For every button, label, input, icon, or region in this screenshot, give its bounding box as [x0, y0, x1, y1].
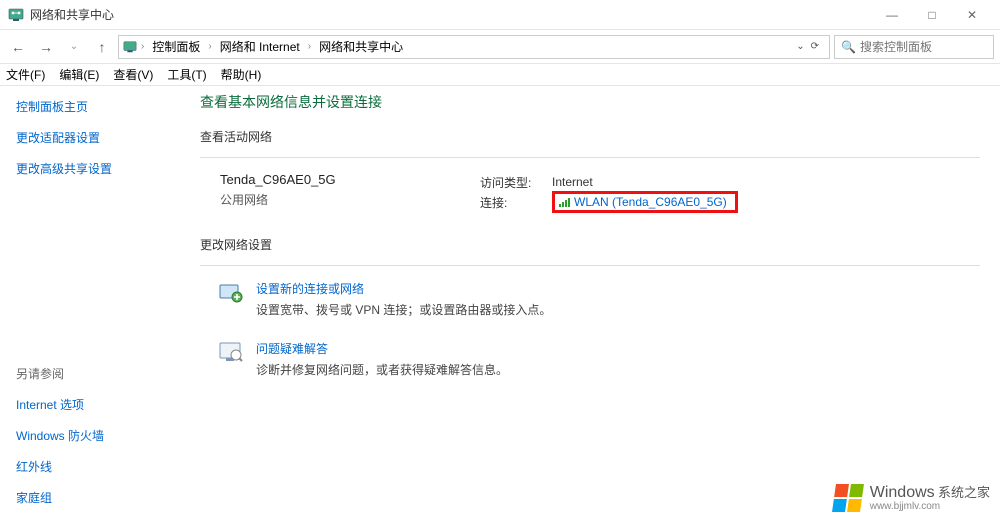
new-connection-link[interactable]: 设置新的连接或网络	[256, 282, 364, 296]
menu-file[interactable]: 文件(F)	[6, 66, 45, 83]
search-input[interactable]	[860, 40, 987, 54]
menu-view[interactable]: 查看(V)	[113, 66, 153, 83]
setting-new-connection: 设置新的连接或网络 设置宽带、拨号或 VPN 连接；或设置路由器或接入点。	[200, 280, 980, 318]
active-network: Tenda_C96AE0_5G 公用网络 访问类型: Internet 连接: …	[200, 172, 980, 212]
back-button[interactable]: ←	[6, 35, 30, 59]
troubleshoot-icon	[218, 340, 244, 366]
minimize-button[interactable]: —	[872, 1, 912, 29]
troubleshoot-link[interactable]: 问题疑难解答	[256, 342, 328, 356]
forward-button[interactable]: →	[34, 35, 58, 59]
breadcrumb-icon	[123, 40, 137, 54]
watermark-sub: 系统之家	[938, 485, 990, 500]
network-type: 公用网络	[220, 191, 480, 208]
watermark-brand: Windows	[870, 484, 935, 501]
chevron-right-icon: ›	[306, 41, 313, 52]
see-also-header: 另请参阅	[16, 365, 174, 382]
close-button[interactable]: ✕	[952, 1, 992, 29]
network-name: Tenda_C96AE0_5G	[220, 172, 480, 187]
window-controls: — □ ✕	[872, 1, 992, 29]
window-title: 网络和共享中心	[30, 6, 872, 23]
divider	[200, 157, 980, 158]
divider	[200, 265, 980, 266]
recent-chevron-icon[interactable]: ⌄	[62, 35, 86, 59]
search-icon: 🔍	[841, 40, 856, 54]
menu-edit[interactable]: 编辑(E)	[59, 66, 99, 83]
up-button[interactable]: ↑	[90, 35, 114, 59]
sidebar-internet-options[interactable]: Internet 选项	[16, 396, 174, 413]
wifi-signal-icon	[559, 197, 570, 207]
watermark-url: www.bjjmlv.com	[870, 501, 990, 512]
windows-logo-icon	[832, 484, 864, 512]
search-box[interactable]: 🔍	[834, 35, 994, 59]
watermark: Windows 系统之家 www.bjjmlv.com	[834, 484, 990, 512]
refresh-icon[interactable]: ⟳	[811, 41, 819, 52]
menu-help[interactable]: 帮助(H)	[221, 66, 262, 83]
app-icon	[8, 7, 24, 23]
active-networks-header: 查看活动网络	[200, 128, 980, 145]
sidebar: 控制面板主页 更改适配器设置 更改高级共享设置 另请参阅 Internet 选项…	[0, 86, 190, 518]
troubleshoot-desc: 诊断并修复网络问题，或者获得疑难解答信息。	[256, 361, 508, 378]
toolbar: ← → ⌄ ↑ › 控制面板 › 网络和 Internet › 网络和共享中心 …	[0, 30, 1000, 64]
chevron-right-icon: ›	[206, 41, 213, 52]
connection-highlight: WLAN (Tenda_C96AE0_5G)	[552, 191, 738, 213]
chevron-right-icon: ›	[139, 41, 146, 52]
body: 控制面板主页 更改适配器设置 更改高级共享设置 另请参阅 Internet 选项…	[0, 86, 1000, 518]
sidebar-change-adapter[interactable]: 更改适配器设置	[16, 129, 174, 146]
breadcrumb[interactable]: › 控制面板 › 网络和 Internet › 网络和共享中心 ⌄ ⟳	[118, 35, 830, 59]
sidebar-firewall[interactable]: Windows 防火墙	[16, 427, 174, 444]
connection-label: 连接:	[480, 194, 552, 211]
sidebar-advanced-sharing[interactable]: 更改高级共享设置	[16, 160, 174, 177]
maximize-button[interactable]: □	[912, 1, 952, 29]
setting-troubleshoot: 问题疑难解答 诊断并修复网络问题，或者获得疑难解答信息。	[200, 340, 980, 378]
crumb-control-panel[interactable]: 控制面板	[148, 38, 204, 55]
new-connection-desc: 设置宽带、拨号或 VPN 连接；或设置路由器或接入点。	[256, 301, 551, 318]
titlebar: 网络和共享中心 — □ ✕	[0, 0, 1000, 30]
sidebar-homegroup[interactable]: 家庭组	[16, 489, 174, 506]
crumb-network-internet[interactable]: 网络和 Internet	[216, 38, 304, 55]
connection-link[interactable]: WLAN (Tenda_C96AE0_5G)	[574, 195, 727, 209]
change-settings-header: 更改网络设置	[200, 236, 980, 253]
menu-tools[interactable]: 工具(T)	[167, 66, 206, 83]
menubar: 文件(F) 编辑(E) 查看(V) 工具(T) 帮助(H)	[0, 64, 1000, 86]
sidebar-home[interactable]: 控制面板主页	[16, 98, 174, 115]
access-type-value: Internet	[552, 175, 593, 189]
main-content: 查看基本网络信息并设置连接 查看活动网络 Tenda_C96AE0_5G 公用网…	[190, 86, 1000, 518]
access-type-label: 访问类型:	[480, 174, 552, 191]
new-connection-icon	[218, 280, 244, 306]
page-heading: 查看基本网络信息并设置连接	[200, 92, 980, 112]
breadcrumb-dropdown-icon[interactable]: ⌄	[796, 41, 804, 52]
crumb-network-sharing[interactable]: 网络和共享中心	[315, 38, 407, 55]
sidebar-infrared[interactable]: 红外线	[16, 458, 174, 475]
